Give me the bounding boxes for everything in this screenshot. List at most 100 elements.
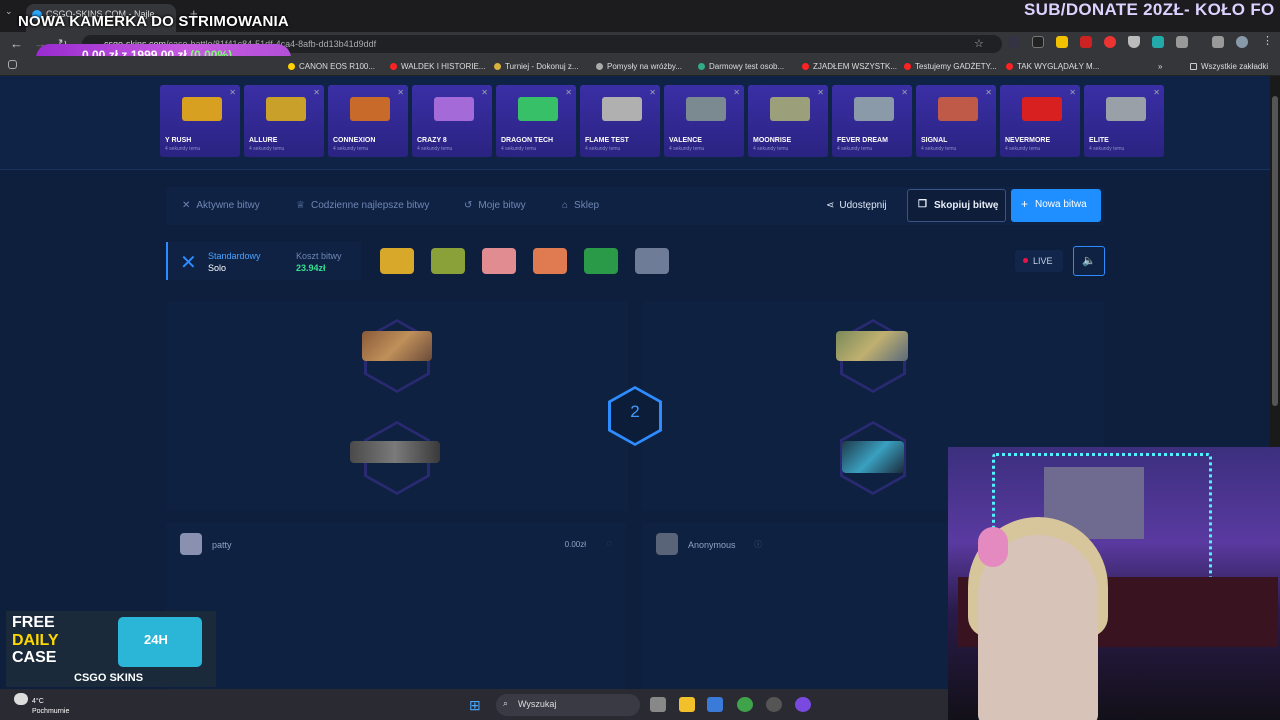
case-card[interactable]: ✕ FEVER DREAM 4 sekundy temu <box>832 85 912 157</box>
store-icon[interactable] <box>707 697 723 712</box>
back-icon[interactable]: ← <box>10 36 23 51</box>
extension-icon[interactable] <box>1008 36 1020 48</box>
apps-grid-icon[interactable] <box>8 60 17 69</box>
bookmark-item[interactable]: Darmowy test osob... <box>698 62 784 71</box>
headset <box>978 527 1008 567</box>
search-icon: ⌕ <box>503 698 509 708</box>
extension-icon[interactable] <box>1080 36 1092 48</box>
profile-avatar[interactable] <box>1236 36 1248 48</box>
battle-case-icon[interactable] <box>482 248 516 274</box>
battle-mode-info: ✕ Standardowy Solo Koszt bitwy 23.94zł <box>166 242 361 280</box>
close-icon: ✕ <box>649 88 656 97</box>
close-icon: ✕ <box>901 88 908 97</box>
live-dot-icon <box>1023 258 1028 263</box>
tab-strip-icon[interactable] <box>1212 36 1224 48</box>
taskbar-search[interactable]: ⌕ Wyszukaj <box>496 694 640 716</box>
info-icon[interactable]: ◌ <box>607 538 612 548</box>
extension-icon[interactable] <box>1104 36 1116 48</box>
scrollbar-thumb[interactable] <box>1272 96 1278 406</box>
close-icon: ✕ <box>1069 88 1076 97</box>
case-subtitle: 4 sekundy temu <box>921 146 957 152</box>
sound-toggle-button[interactable]: 🔈 <box>1073 246 1105 276</box>
case-card[interactable]: ✕ ALLURE 4 sekundy temu <box>244 85 324 157</box>
battle-case-icon[interactable] <box>533 248 567 274</box>
case-card[interactable]: ✕ Y RUSH 4 sekundy temu <box>160 85 240 157</box>
case-name: CRAZY 8 <box>417 137 447 144</box>
share-button[interactable]: ⋖ Udostępnij <box>826 200 887 211</box>
bookmarks-overflow-icon[interactable]: » <box>1158 62 1162 71</box>
bookmark-item[interactable]: TAK WYGLĄDAŁY M... <box>1006 62 1099 71</box>
nav-my-battles[interactable]: ↺ Moje bitwy <box>464 200 526 211</box>
case-card[interactable]: ✕ CRAZY 8 4 sekundy temu <box>412 85 492 157</box>
case-card[interactable]: ✕ SIGNAL 4 sekundy temu <box>916 85 996 157</box>
copy-icon: ❐ <box>918 199 927 210</box>
bookmark-item[interactable]: WALDEK I HISTORIE... <box>390 62 485 71</box>
extension-icon[interactable] <box>1032 36 1044 48</box>
free-daily-case-promo: FREE DAILY CASE 24H CSGO SKINS <box>6 611 216 687</box>
promo-line-1: FREE <box>12 614 55 631</box>
case-badge: 24H <box>144 632 168 647</box>
weather-widget[interactable]: 4°C Pochmurnie <box>14 693 69 717</box>
case-name: FEVER DREAM <box>837 137 888 144</box>
close-icon: ✕ <box>733 88 740 97</box>
swords-icon: ✕ <box>182 200 191 211</box>
battle-toolbar: ✕ Aktywne bitwy ♕ Codzienne najlepsze bitw… <box>166 187 1104 225</box>
case-subtitle: 4 sekundy temu <box>669 146 705 152</box>
browser-menu-icon[interactable]: ⋮ <box>1262 34 1274 47</box>
all-bookmarks-folder[interactable]: Wszystkie zakładki <box>1190 62 1268 71</box>
battle-case-icon[interactable] <box>635 248 669 274</box>
live-drops-carousel: ◷ 👍 ☆ ✕Y RUSH4 sekundy temu✕ALLURE4 seku… <box>0 76 1270 170</box>
case-card[interactable]: ✕ NEVERMORE 4 sekundy temu <box>1000 85 1080 157</box>
weapon-skin-image <box>854 97 894 121</box>
extensions-puzzle-icon[interactable] <box>1176 36 1188 48</box>
extension-icon[interactable] <box>1152 36 1164 48</box>
nav-active-battles[interactable]: ✕ Aktywne bitwy <box>182 200 260 211</box>
file-explorer-icon[interactable] <box>679 697 695 712</box>
app-icon[interactable] <box>795 697 811 712</box>
bookmark-item[interactable]: ZJADŁEM WSZYSTK... <box>802 62 897 71</box>
case-card[interactable]: ✕ VALENCE 4 sekundy temu <box>664 85 744 157</box>
bookmark-star-icon[interactable]: ☆ <box>974 37 984 50</box>
new-battle-button[interactable]: + Nowa bitwa <box>1011 189 1101 222</box>
case-card[interactable]: ✕ ELITE 4 sekundy temu <box>1084 85 1164 157</box>
close-icon: ✕ <box>397 88 404 97</box>
chrome-icon[interactable] <box>737 697 753 712</box>
case-name: VALENCE <box>669 137 702 144</box>
nav-shop[interactable]: ⌂ Sklep <box>562 200 599 211</box>
close-icon: ✕ <box>481 88 488 97</box>
battle-case-icon[interactable] <box>584 248 618 274</box>
bookmark-item[interactable]: CANON EOS R100... <box>288 62 375 71</box>
close-icon: ✕ <box>313 88 320 97</box>
task-view-icon[interactable] <box>650 697 666 712</box>
trophy-icon: ♕ <box>296 200 305 211</box>
live-button[interactable]: LIVE <box>1015 250 1063 272</box>
extension-icon[interactable] <box>1128 36 1140 48</box>
copy-battle-button[interactable]: ❐ Skopiuj bitwę <box>907 189 1006 222</box>
case-card[interactable]: ✕ DRAGON TECH 4 sekundy temu <box>496 85 576 157</box>
obs-icon[interactable] <box>766 697 782 712</box>
bookmark-item[interactable]: Testujemy GADŻETY... <box>904 62 997 71</box>
bookmark-item[interactable]: Turniej - Dokonuj z... <box>494 62 579 71</box>
cloud-icon <box>14 693 28 705</box>
case-card[interactable]: ✕ MOONRISE 4 sekundy temu <box>748 85 828 157</box>
weapon-skin-image <box>266 97 306 121</box>
battle-case-icon[interactable] <box>380 248 414 274</box>
case-card[interactable]: ✕ CONNEXION 4 sekundy temu <box>328 85 408 157</box>
case-card[interactable]: ✕ FLAME TEST 4 sekundy temu <box>580 85 660 157</box>
tab-search-icon[interactable]: ⌄ <box>5 6 13 17</box>
pistol-skin-image <box>836 331 908 361</box>
player-value: 0.00zł <box>564 540 586 549</box>
weapon-skin-image <box>182 97 222 121</box>
windows-taskbar: 4°C Pochmurnie ⊞ ⌕ Wyszukaj <box>0 689 948 720</box>
weapon-skin-image <box>1106 97 1146 121</box>
bookmark-item[interactable]: Pomysły na wróżby... <box>596 62 682 71</box>
browser-tab-bar: ⌄ CSGO-SKINS.COM - Najle + NOWA KAMERKA … <box>0 0 1280 32</box>
info-icon[interactable]: ⓘ <box>754 539 762 550</box>
pistol-skin-image <box>362 331 432 361</box>
player-1-reel <box>166 301 628 511</box>
nav-daily-best[interactable]: ♕ Codzienne najlepsze bitwy <box>296 200 429 211</box>
share-icon: ⋖ <box>826 200 835 211</box>
windows-start-icon[interactable]: ⊞ <box>469 697 481 714</box>
extension-icon[interactable] <box>1056 36 1068 48</box>
battle-case-icon[interactable] <box>431 248 465 274</box>
